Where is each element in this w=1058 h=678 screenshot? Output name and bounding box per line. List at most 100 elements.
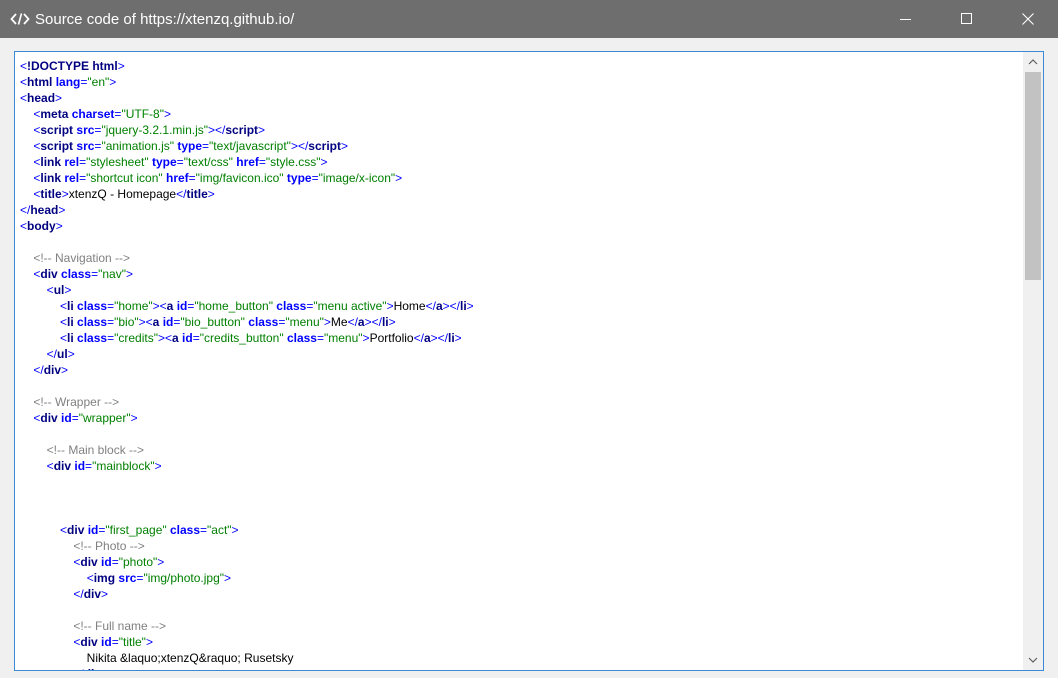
code-line: <link rel="stylesheet" type="text/css" h…	[20, 154, 1023, 170]
code-token: >	[145, 635, 153, 649]
code-token: <	[20, 91, 28, 105]
code-token: href	[165, 171, 189, 185]
code-token: link	[40, 155, 62, 169]
code-token: rel	[64, 155, 80, 169]
scroll-down-button[interactable]	[1023, 651, 1043, 669]
code-token: "credits"	[114, 331, 158, 345]
vertical-scrollbar[interactable]	[1023, 52, 1043, 670]
code-token: >	[454, 331, 462, 345]
code-token: <	[60, 331, 68, 345]
code-token: ul	[57, 347, 68, 361]
code-token: =	[202, 139, 210, 153]
code-token: <	[86, 571, 94, 585]
code-token: =	[258, 155, 266, 169]
code-token: </	[73, 587, 84, 601]
code-token: <	[46, 283, 54, 297]
title-bar[interactable]: Source code of https://xtenzq.github.io/	[0, 0, 1058, 38]
code-token: "home_button"	[194, 299, 273, 313]
code-line: <div id="photo">	[20, 554, 1023, 570]
code-token: >	[61, 187, 69, 201]
code-token: >	[386, 299, 394, 313]
code-token: div	[40, 267, 58, 281]
code-token: "photo"	[118, 555, 158, 569]
code-token: src	[76, 123, 95, 137]
code-token: =	[71, 411, 79, 425]
code-token: img	[93, 571, 116, 585]
code-token: =	[316, 331, 324, 345]
code-token: >	[67, 347, 75, 361]
minimize-button[interactable]	[875, 0, 936, 38]
code-token: title	[186, 187, 208, 201]
code-token: class	[276, 299, 307, 313]
code-line: <div id="title">	[20, 634, 1023, 650]
code-token: >	[101, 667, 108, 670]
close-button[interactable]	[997, 0, 1058, 38]
chevron-up-icon	[1028, 59, 1038, 65]
code-line: </div>	[20, 362, 1023, 378]
code-token: ></	[290, 139, 309, 153]
code-token: src	[76, 139, 95, 153]
source-code-viewer[interactable]: <!DOCTYPE html> <html lang="en"> <head> <m…	[14, 51, 1044, 671]
code-token: xtenzQ - Homepage	[68, 187, 177, 201]
code-token: script	[40, 123, 74, 137]
code-line: <div class="nav">	[20, 266, 1023, 282]
code-token: "text/css"	[183, 155, 233, 169]
code-token: div	[80, 635, 98, 649]
chevron-down-icon	[1028, 657, 1038, 663]
code-line: <!-- Navigation -->	[20, 250, 1023, 266]
code-token: ><	[152, 299, 167, 313]
code-token: "style.css"	[265, 155, 321, 169]
source-code-text[interactable]: <!DOCTYPE html> <html lang="en"> <head> <m…	[15, 52, 1023, 670]
code-token: "jquery-3.2.1.min.js"	[101, 123, 208, 137]
code-token: link	[40, 171, 62, 185]
maximize-button[interactable]	[936, 0, 997, 38]
code-token: "menu"	[324, 331, 363, 345]
code-token: script	[40, 139, 74, 153]
code-token: </	[33, 363, 44, 377]
code-token: >	[55, 91, 63, 105]
scroll-up-button[interactable]	[1023, 53, 1043, 71]
code-token: =	[176, 155, 184, 169]
code-token: ></	[208, 123, 226, 137]
code-token: </	[73, 667, 83, 670]
code-token: div	[80, 555, 98, 569]
code-token: <!-- Photo -->	[73, 539, 145, 553]
code-token: >	[388, 315, 396, 329]
code-token: body	[27, 219, 56, 233]
code-line: <body>	[20, 218, 1023, 234]
code-token: class	[248, 315, 279, 329]
code-token: ><	[157, 331, 172, 345]
code-token: "text/javascript"	[209, 139, 291, 153]
scrollbar-thumb[interactable]	[1025, 72, 1041, 280]
code-token: =	[192, 331, 200, 345]
code-token: href	[236, 155, 259, 169]
code-token: >	[323, 315, 331, 329]
code-token: script	[308, 139, 341, 153]
code-line: <!-- Main block -->	[20, 442, 1023, 458]
code-token: div	[53, 459, 72, 473]
code-token: Portfolio	[369, 331, 414, 345]
code-token: li	[459, 299, 467, 313]
code-token: !DOCTYPE html	[27, 59, 118, 73]
code-token: div	[43, 363, 62, 377]
code-token: >	[64, 283, 72, 297]
code-token: class	[77, 331, 108, 345]
code-token: >	[231, 523, 239, 537]
code-line: <li class="credits"><a id="credits_butto…	[20, 330, 1023, 346]
code-token: li	[447, 331, 455, 345]
code-token: Home	[393, 299, 426, 313]
